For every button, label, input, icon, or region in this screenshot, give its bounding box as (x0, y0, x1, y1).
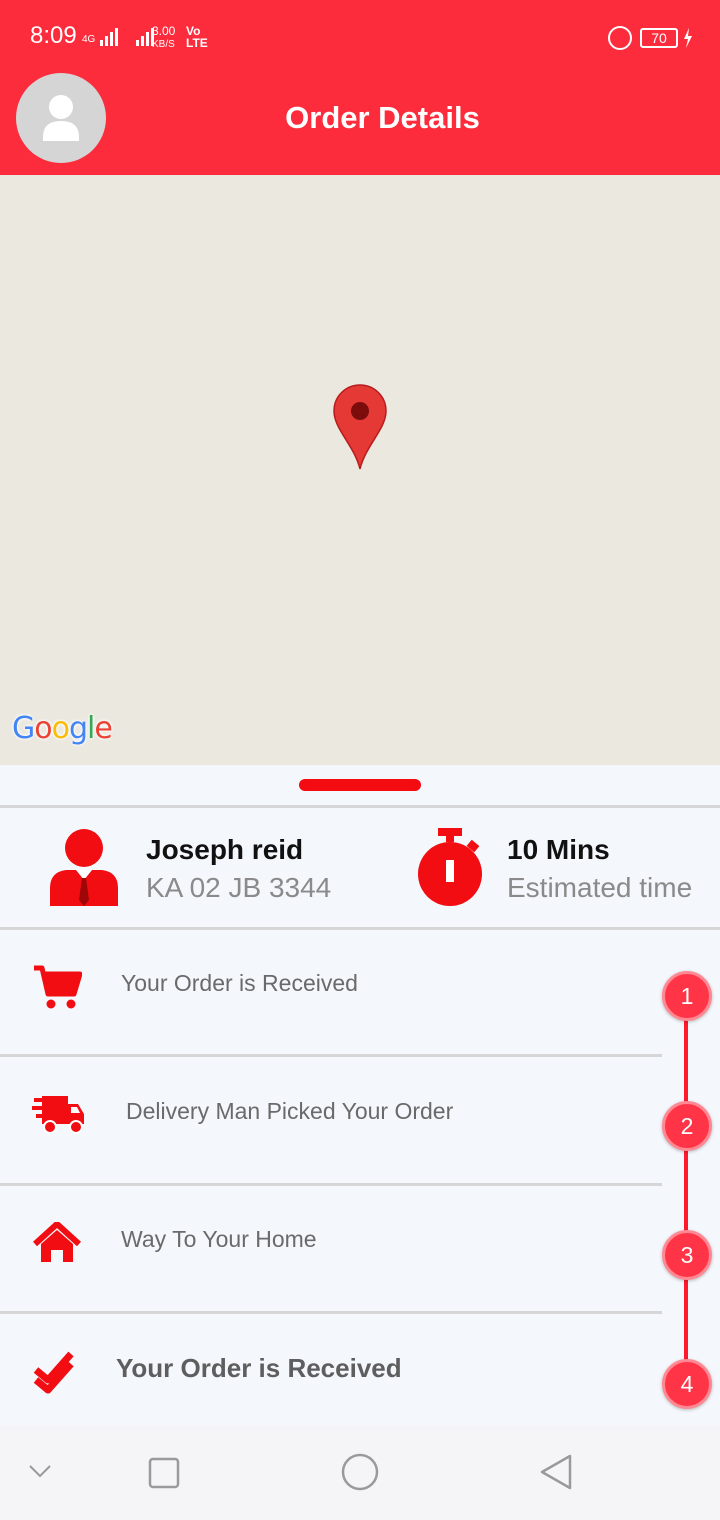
google-logo: Google (12, 711, 113, 746)
stopwatch-icon (418, 828, 482, 906)
system-nav-bar (0, 1425, 720, 1520)
eta-value: 10 Mins (507, 834, 610, 865)
step-label: Way To Your Home (121, 1226, 317, 1252)
status-bar: 8:09 4G 3.00 KB/S Vo LTE 70 (0, 0, 720, 75)
charging-icon (684, 28, 692, 48)
cart-icon (34, 965, 82, 1009)
step-badge-4: 4 (662, 1359, 712, 1409)
google-attribution: Google (12, 711, 113, 746)
home-icon (33, 1222, 81, 1262)
app-header: 8:09 4G 3.00 KB/S Vo LTE 70 Order Detail… (0, 0, 720, 175)
user-icon (43, 95, 79, 141)
chevron-down-icon[interactable] (28, 1463, 52, 1479)
page-title: Order Details (285, 100, 480, 135)
battery-indicator: 70 (640, 28, 678, 48)
step-label: Delivery Man Picked Your Order (126, 1098, 454, 1124)
vehicle-number: KA 02 JB 3344 (146, 872, 332, 903)
step-badge-1: 1 (662, 971, 712, 1021)
rotation-lock-icon (608, 26, 632, 50)
signal-icon (100, 28, 155, 46)
data-speed-unit: KB/S (152, 39, 175, 50)
home-button-icon[interactable] (341, 1453, 379, 1491)
network-type: 4G (82, 26, 158, 48)
recent-apps-icon[interactable] (148, 1457, 180, 1489)
divider (0, 805, 720, 808)
data-speed: 3.00 KB/S (152, 25, 175, 51)
divider (0, 1311, 662, 1314)
status-time: 8:09 (30, 22, 77, 49)
divider (0, 1183, 662, 1186)
divider (0, 1054, 662, 1057)
driver-icon (50, 829, 118, 906)
volte-indicator: Vo LTE (186, 24, 208, 50)
double-check-icon (33, 1351, 74, 1394)
network-label: 4G (82, 34, 96, 45)
map-view[interactable]: Google (0, 175, 720, 765)
step-label-current: Your Order is Received (116, 1353, 402, 1383)
location-pin-icon[interactable] (332, 383, 388, 471)
divider (0, 927, 720, 930)
step-badge-2: 2 (662, 1101, 712, 1151)
avatar[interactable] (16, 73, 106, 163)
data-speed-value: 3.00 (152, 24, 176, 38)
step-badge-3: 3 (662, 1230, 712, 1280)
step-label: Your Order is Received (121, 970, 358, 996)
sheet-drag-handle[interactable] (299, 779, 421, 791)
driver-name: Joseph reid (146, 834, 304, 865)
eta-label: Estimated time (507, 872, 693, 903)
progress-line (684, 1000, 688, 1380)
delivery-truck-icon (32, 1096, 84, 1134)
back-icon[interactable] (538, 1453, 574, 1491)
